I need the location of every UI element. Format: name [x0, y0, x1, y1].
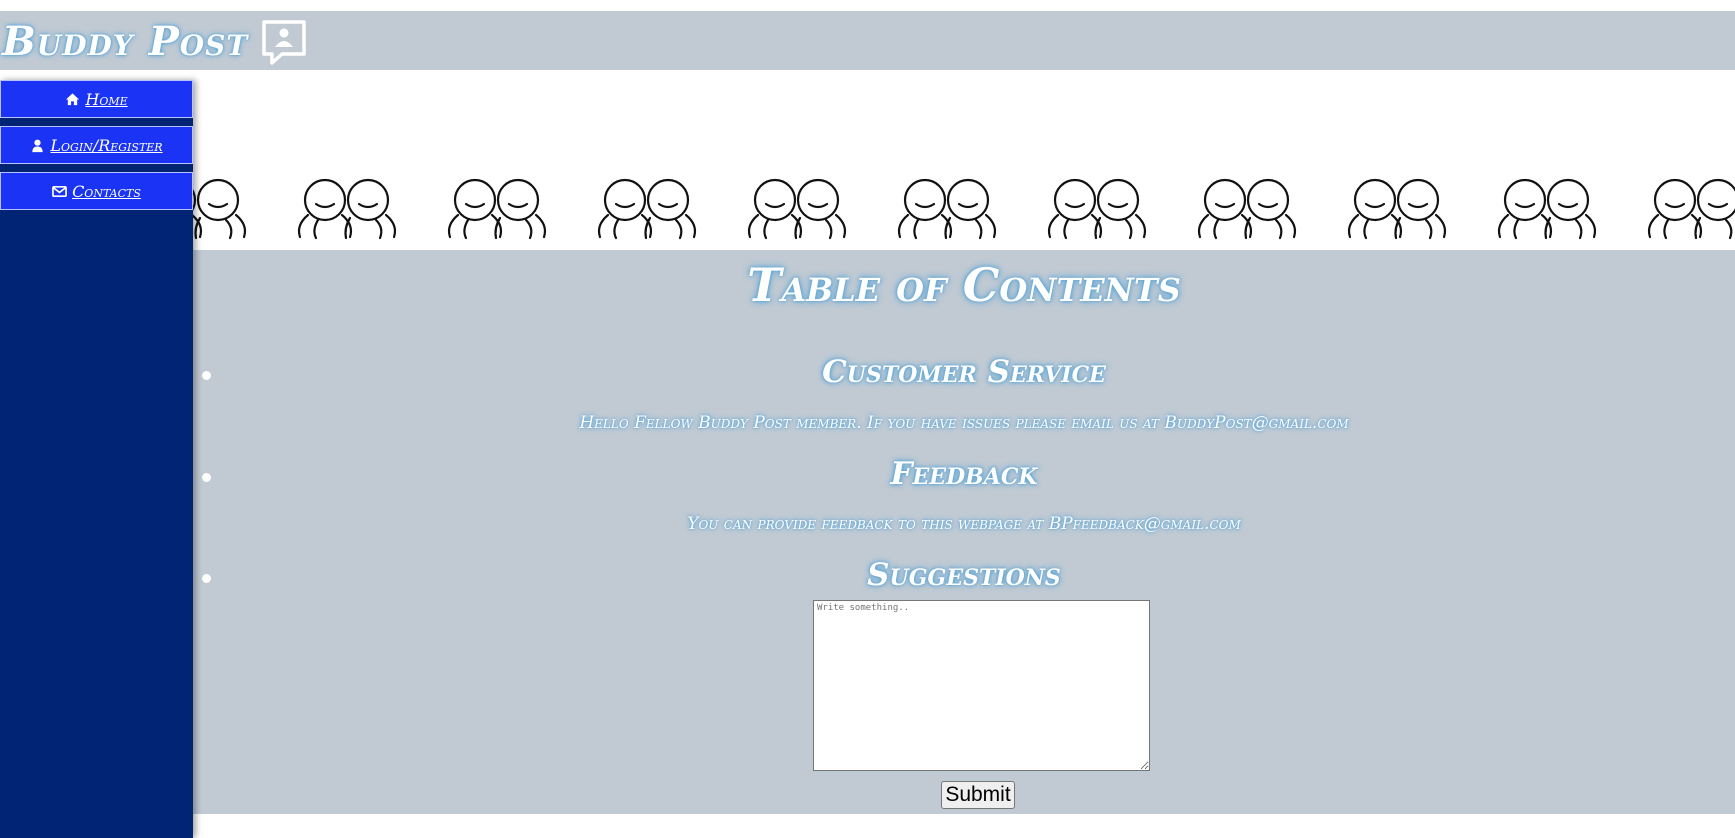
home-icon: [66, 92, 80, 105]
nav-item-label: Login/Register: [50, 135, 163, 155]
section-text-feedback: You can provide feedback to this webpage…: [687, 514, 1241, 534]
contact-card-chat-icon: [262, 20, 306, 65]
section-text-customer-service: Hello Fellow Buddy Post member. If you h…: [579, 413, 1349, 433]
nav-item-label: Home: [85, 89, 128, 109]
nav-item-home[interactable]: Home: [0, 80, 193, 118]
user-icon: [32, 139, 44, 152]
envelope-icon: [52, 185, 67, 197]
site-brand: Buddy Post: [2, 18, 308, 66]
site-title: Buddy Post: [2, 18, 249, 65]
section-heading-suggestions: Suggestions: [867, 557, 1061, 593]
nav-item-label: Contacts: [72, 181, 141, 201]
nav-item-contacts[interactable]: Contacts: [0, 172, 193, 210]
main-content-panel: Table of Contents Customer Service Hello…: [193, 250, 1735, 814]
sidebar: Home Login/Register Contacts: [0, 80, 193, 838]
nav-item-login-register[interactable]: Login/Register: [0, 126, 193, 164]
submit-button[interactable]: Submit: [941, 781, 1015, 809]
section-heading-customer-service: Customer Service: [822, 354, 1106, 390]
page-title: Table of Contents: [747, 258, 1181, 312]
section-heading-feedback: Feedback: [890, 456, 1038, 492]
suggestion-textarea[interactable]: [813, 600, 1150, 771]
